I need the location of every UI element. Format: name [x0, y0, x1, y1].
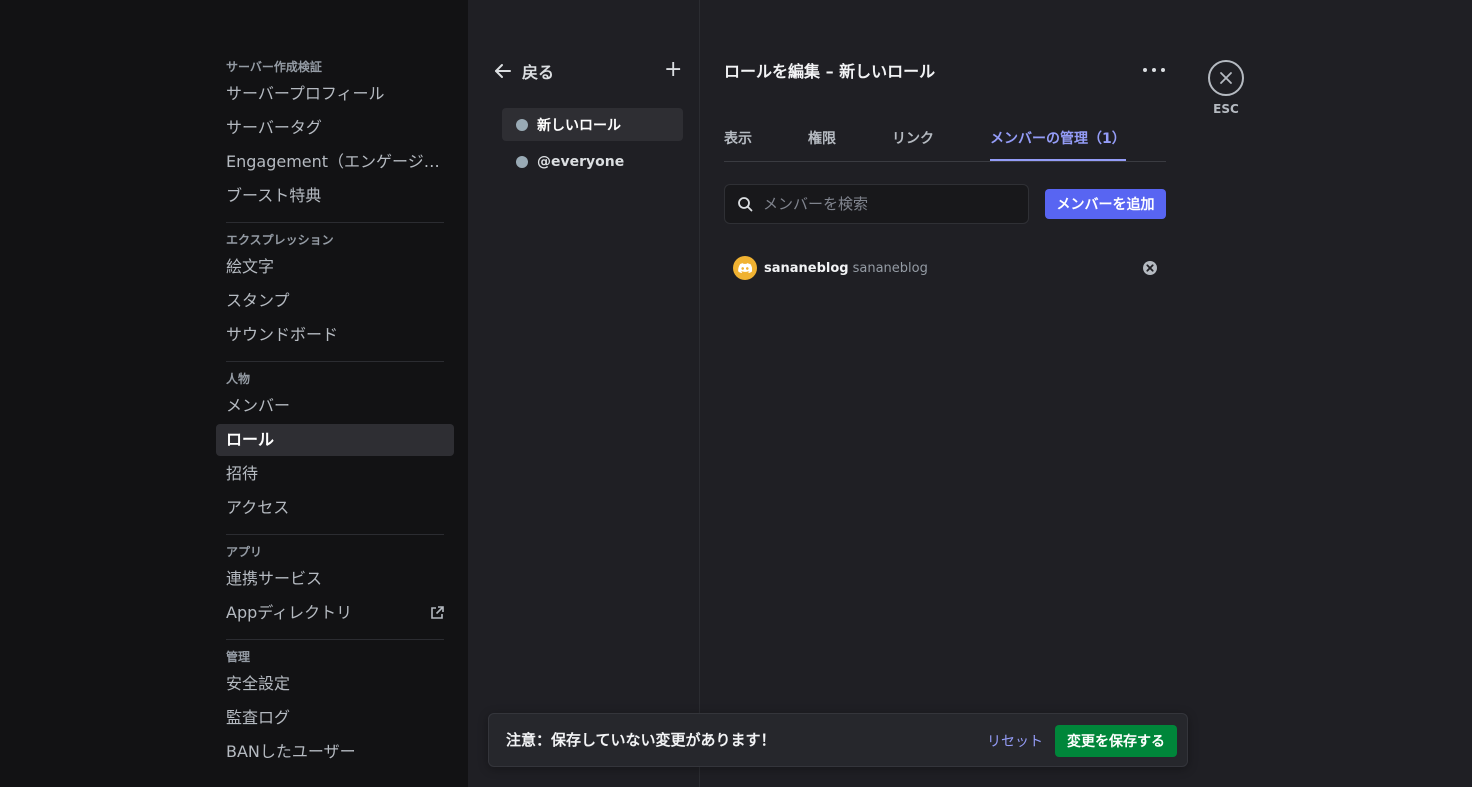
plus-icon[interactable]: + [664, 59, 682, 82]
nav-divider [226, 534, 444, 535]
nav-section-server: サーバー作成検証 サーバープロフィール サーバータグ Engagement（エン… [216, 58, 454, 212]
sidebar-item-engagement[interactable]: Engagement（エンゲージメント） [216, 146, 454, 178]
nav-divider [226, 361, 444, 362]
sidebar-item-stickers[interactable]: スタンプ [216, 285, 454, 317]
role-item-new-role[interactable]: 新しいロール [502, 108, 683, 141]
reset-button[interactable]: リセット [987, 731, 1043, 751]
member-display-name: sananeblog [764, 260, 849, 276]
search-input[interactable] [763, 195, 1013, 213]
nav-header: エクスプレッション [226, 233, 334, 247]
more-horizontal-icon[interactable] [1142, 58, 1166, 82]
dot [1143, 68, 1147, 72]
settings-sidebar: サーバー作成検証 サーバープロフィール サーバータグ Engagement（エン… [0, 0, 468, 787]
sidebar-item-soundboard[interactable]: サウンドボード [216, 319, 454, 351]
unsaved-changes-text: 注意：保存していない変更があります！ [506, 731, 776, 749]
sidebar-item-bans[interactable]: BANしたユーザー [216, 736, 454, 768]
member-username: sananeblog [852, 260, 928, 276]
close-icon [1208, 60, 1244, 96]
sidebar-item-server-tag[interactable]: サーバータグ [216, 112, 454, 144]
role-color-dot [516, 155, 528, 168]
nav-header: サーバー作成検証 [226, 60, 322, 74]
sidebar-item-access[interactable]: アクセス [216, 492, 454, 524]
page-title: ロールを編集 – 新しいロール [724, 62, 936, 81]
sidebar-item-roles[interactable]: ロール [216, 424, 454, 456]
tab-display[interactable]: 表示 [724, 128, 752, 161]
remove-member-icon[interactable] [1142, 260, 1158, 276]
dot [1161, 68, 1165, 72]
close-button[interactable]: ESC [1208, 60, 1244, 116]
back-label: 戻る [522, 63, 555, 82]
sidebar-item-boost-perks[interactable]: ブースト特典 [216, 180, 454, 212]
search-icon [738, 197, 753, 212]
nav-header: アプリ [226, 545, 263, 559]
discord-logo-icon [738, 262, 752, 273]
add-member-button[interactable]: メンバーを追加 [1045, 189, 1166, 219]
tab-permissions[interactable]: 権限 [808, 128, 836, 161]
role-editor: ロールを編集 – 新しいロール 表示 権限 リンク メンバーの管理（1） メンバ… [700, 0, 1472, 787]
sidebar-item-audit-log[interactable]: 監査ログ [216, 702, 454, 734]
nav-section-people: 人物 メンバー ロール 招待 アクセス [216, 370, 454, 524]
nav-divider [226, 222, 444, 223]
dot [1152, 68, 1156, 72]
save-changes-button[interactable]: 変更を保存する [1055, 725, 1177, 757]
tab-links[interactable]: リンク [892, 128, 934, 161]
role-list-panel: 戻る + 新しいロール @everyone [468, 0, 700, 787]
sidebar-item-members[interactable]: メンバー [216, 390, 454, 422]
nav-section-expressions: エクスプレッション 絵文字 スタンプ サウンドボード [216, 231, 454, 351]
role-item-label: 新しいロール [537, 117, 621, 134]
sidebar-item-label: Appディレクトリ [226, 603, 353, 622]
role-color-dot [516, 118, 528, 131]
nav-header: 人物 [226, 372, 251, 386]
role-item-everyone[interactable]: @everyone [502, 145, 683, 178]
tab-manage-members[interactable]: メンバーの管理（1） [990, 128, 1126, 161]
unsaved-changes-bar: 注意：保存していない変更があります！ リセット 変更を保存する [488, 713, 1188, 767]
nav-header: 管理 [226, 650, 251, 664]
sidebar-item-server-profile[interactable]: サーバープロフィール [216, 78, 454, 110]
back-button[interactable]: 戻る [494, 60, 554, 82]
arrow-left-icon [495, 64, 511, 78]
sidebar-item-app-directory[interactable]: Appディレクトリ [216, 597, 454, 629]
member-search [724, 184, 1029, 224]
sidebar-item-emoji[interactable]: 絵文字 [216, 251, 454, 283]
nav-section-moderation: 管理 安全設定 監査ログ BANしたユーザー [216, 648, 454, 768]
role-tabs: 表示 権限 リンク メンバーの管理（1） [724, 118, 1166, 162]
role-item-label: @everyone [537, 153, 625, 170]
settings-nav: サーバー作成検証 サーバープロフィール サーバータグ Engagement（エン… [216, 52, 454, 768]
nav-section-apps: アプリ 連携サービス Appディレクトリ [216, 543, 454, 629]
avatar [733, 256, 757, 280]
external-link-icon [431, 606, 444, 619]
sidebar-item-integrations[interactable]: 連携サービス [216, 563, 454, 595]
esc-label: ESC [1213, 102, 1239, 116]
member-row: sananeblog sananeblog [724, 256, 1166, 280]
sidebar-item-safety[interactable]: 安全設定 [216, 668, 454, 700]
sidebar-item-invites[interactable]: 招待 [216, 458, 454, 490]
nav-divider [226, 639, 444, 640]
